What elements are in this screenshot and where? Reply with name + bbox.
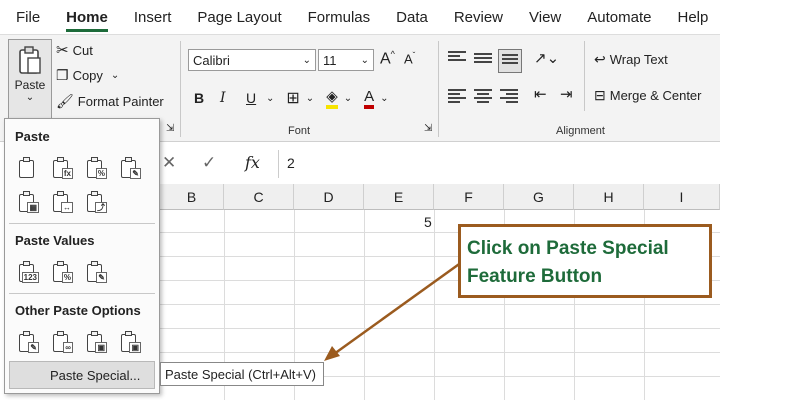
annotation-callout: Click on Paste Special Feature Button	[458, 224, 712, 298]
annotation-line-2: Feature Button	[467, 266, 603, 287]
annotation-line-1: Click on Paste Special	[467, 238, 669, 259]
annotation-arrow	[324, 260, 463, 361]
